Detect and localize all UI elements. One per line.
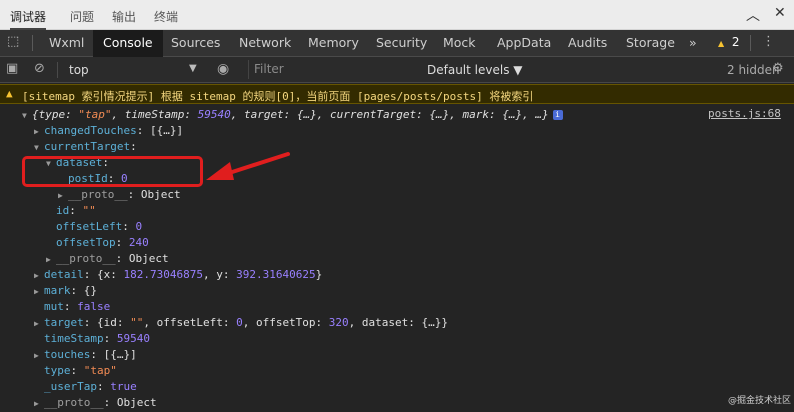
more-tabs-button[interactable]: » <box>689 35 697 50</box>
tab-terminal[interactable]: 终端 <box>154 8 178 25</box>
warning-icon: ▲ <box>6 87 13 100</box>
filter-input[interactable] <box>249 60 409 77</box>
prop-proto[interactable]: ▶ __proto__: Object <box>58 187 181 203</box>
tab-memory[interactable]: Memory <box>308 35 359 50</box>
clear-console-icon[interactable]: ⊘ <box>34 61 45 76</box>
filter-box <box>248 60 409 79</box>
inspect-element-icon[interactable]: ⬚ <box>7 34 19 49</box>
more-vertical-icon[interactable]: ⋮ <box>762 34 775 49</box>
warnings-counter[interactable]: ▲ 2 <box>718 35 739 49</box>
close-icon[interactable]: ✕ <box>774 5 786 21</box>
eye-icon[interactable]: ◉ <box>217 61 229 77</box>
prop-mark[interactable]: ▶ mark: {} <box>34 283 97 299</box>
prop-currentTarget[interactable]: ▼ currentTarget: <box>34 139 137 155</box>
tab-wxml[interactable]: Wxml <box>49 35 84 50</box>
prop-timeStamp: timeStamp: 59540 <box>44 332 150 345</box>
tab-console[interactable]: Console <box>93 30 163 57</box>
devtools-tabbar: ⬚ Wxml Console Sources Network Memory Se… <box>0 30 794 57</box>
tab-audits[interactable]: Audits <box>568 35 607 50</box>
top-panel-bar: 调试器 问题 输出 终端 ︿ ✕ <box>0 0 794 30</box>
expand-triangle-icon[interactable]: ▶ <box>46 252 56 268</box>
collapse-triangle-icon[interactable]: ▼ <box>22 108 32 124</box>
warning-icon: ▲ <box>718 39 725 48</box>
prop-detail[interactable]: ▶ detail: {x: 182.73046875, y: 392.316406… <box>34 267 322 283</box>
tab-sources[interactable]: Sources <box>171 35 220 50</box>
prop-changedTouches[interactable]: ▶ changedTouches: [{…}] <box>34 123 183 139</box>
sitemap-warning: ▲ [sitemap 索引情况提示] 根据 sitemap 的规则[0]，当前页… <box>0 84 794 104</box>
object-summary[interactable]: ▼ {type: "tap", timeStamp: 59540, target:… <box>22 107 563 123</box>
divider <box>32 35 33 51</box>
prop-proto[interactable]: ▶ __proto__: Object <box>46 251 169 267</box>
info-icon[interactable]: i <box>552 110 563 120</box>
source-link[interactable]: posts.js:68 <box>708 107 781 120</box>
prop-userTap: _userTap: true <box>44 380 137 393</box>
divider <box>750 35 751 51</box>
expand-triangle-icon[interactable]: ▶ <box>34 124 44 140</box>
warnings-count: 2 <box>731 35 740 49</box>
expand-triangle-icon[interactable]: ▶ <box>34 284 44 300</box>
tab-mock[interactable]: Mock <box>443 35 476 50</box>
divider <box>57 62 58 78</box>
prop-mut: mut: false <box>44 300 111 313</box>
tab-security[interactable]: Security <box>376 35 427 50</box>
tab-appdata[interactable]: AppData <box>497 35 551 50</box>
log-levels-dropdown[interactable]: Default levels ▼ <box>427 63 523 77</box>
collapse-triangle-icon[interactable]: ▼ <box>34 140 44 156</box>
gear-icon[interactable]: ⚙ <box>772 61 784 76</box>
expand-triangle-icon[interactable]: ▶ <box>34 316 44 332</box>
warning-text: [sitemap 索引情况提示] 根据 sitemap 的规则[0]，当前页面 … <box>22 90 534 103</box>
sidebar-toggle-icon[interactable]: ▣ <box>6 61 18 76</box>
console-toolbar: ▣ ⊘ top ▼ ◉ Default levels ▼ 2 hidden ⚙ <box>0 57 794 83</box>
expand-triangle-icon[interactable]: ▶ <box>34 348 44 364</box>
tab-output[interactable]: 输出 <box>112 8 136 25</box>
prop-id: id: "" <box>56 204 96 217</box>
prop-type: type: "tap" <box>44 364 117 377</box>
annotation-arrow-icon <box>206 152 290 180</box>
prop-target[interactable]: ▶ target: {id: "", offsetLeft: 0, offsetT… <box>34 315 448 331</box>
prop-offsetLeft: offsetLeft: 0 <box>56 220 143 233</box>
prop-touches[interactable]: ▶ touches: [{…}] <box>34 347 137 363</box>
tab-network[interactable]: Network <box>239 35 291 50</box>
context-selector[interactable]: top <box>69 63 89 77</box>
annotation-highlight-box <box>22 156 203 187</box>
prop-proto[interactable]: ▶ __proto__: Object <box>34 395 157 411</box>
tab-problems[interactable]: 问题 <box>70 8 94 25</box>
chevron-up-icon[interactable]: ︿ <box>746 5 760 25</box>
watermark: @掘金技术社区 <box>728 396 792 406</box>
expand-triangle-icon[interactable]: ▶ <box>58 188 68 204</box>
chevron-down-icon[interactable]: ▼ <box>189 63 197 74</box>
tab-storage[interactable]: Storage <box>626 35 675 50</box>
expand-triangle-icon[interactable]: ▶ <box>34 268 44 284</box>
prop-offsetTop: offsetTop: 240 <box>56 236 149 249</box>
tab-debugger[interactable]: 调试器 <box>10 8 46 25</box>
